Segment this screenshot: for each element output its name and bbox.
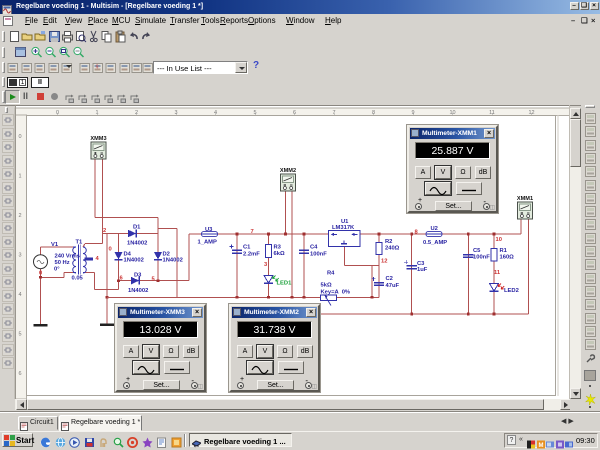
svg-text:12: 12 — [381, 258, 387, 264]
svg-text:0: 0 — [109, 247, 112, 253]
svg-text:160Ω: 160Ω — [500, 255, 515, 261]
svg-text:1_AMP: 1_AMP — [198, 239, 217, 245]
svg-text:5: 5 — [18, 332, 21, 338]
svg-text:100nF: 100nF — [473, 254, 490, 260]
svg-text:LM317K: LM317K — [332, 225, 355, 231]
svg-text:XMM2: XMM2 — [280, 168, 296, 174]
svg-text:C4: C4 — [310, 244, 318, 250]
svg-text:0: 0 — [39, 271, 42, 277]
svg-text:1N4002: 1N4002 — [127, 241, 147, 247]
svg-text:10: 10 — [496, 237, 502, 243]
svg-text:Key=A 0%: Key=A 0% — [321, 290, 351, 296]
svg-text:0°: 0° — [54, 266, 60, 272]
svg-text:R4: R4 — [327, 271, 335, 277]
svg-text:C1: C1 — [243, 244, 251, 250]
svg-text:R2: R2 — [385, 239, 392, 245]
svg-text:1N4002: 1N4002 — [124, 257, 144, 263]
svg-text:100nF: 100nF — [310, 251, 327, 257]
svg-text:2: 2 — [18, 213, 21, 219]
svg-text:U2: U2 — [431, 226, 438, 232]
svg-text:7: 7 — [251, 229, 254, 235]
svg-text:C3: C3 — [417, 261, 425, 267]
svg-text:240Ω: 240Ω — [385, 246, 400, 252]
svg-text:50 Hz: 50 Hz — [55, 260, 70, 266]
svg-text:0.05: 0.05 — [72, 276, 84, 282]
svg-text:47uF: 47uF — [386, 283, 400, 289]
svg-text:240 Vrms: 240 Vrms — [55, 254, 80, 260]
svg-text:3: 3 — [18, 253, 21, 259]
svg-text:XMM3: XMM3 — [90, 136, 106, 142]
svg-text:11: 11 — [494, 270, 501, 276]
svg-text:M: M — [538, 443, 543, 449]
svg-text:6: 6 — [18, 371, 21, 377]
svg-text:2: 2 — [103, 228, 106, 234]
svg-text:0: 0 — [18, 134, 21, 140]
svg-text:2.2mF: 2.2mF — [243, 251, 260, 257]
svg-text:C2: C2 — [386, 276, 393, 282]
svg-text:V1: V1 — [51, 242, 59, 248]
svg-text:LED1: LED1 — [277, 281, 293, 287]
svg-text:0.5_AMP: 0.5_AMP — [423, 240, 447, 246]
svg-text:R1: R1 — [500, 248, 508, 254]
svg-text:4: 4 — [18, 292, 21, 298]
svg-text:T1: T1 — [76, 240, 84, 246]
svg-text:LED2: LED2 — [504, 288, 519, 294]
svg-text:XMM1: XMM1 — [517, 196, 533, 202]
svg-text:D1: D1 — [133, 224, 141, 230]
svg-text:D3: D3 — [134, 272, 142, 278]
svg-text:6kΩ: 6kΩ — [274, 251, 285, 257]
svg-text:U3: U3 — [205, 227, 213, 233]
svg-text:C5: C5 — [473, 248, 481, 254]
svg-text:R3: R3 — [274, 245, 282, 251]
svg-text:1uF: 1uF — [417, 267, 428, 273]
svg-text:1N4002: 1N4002 — [163, 257, 183, 263]
svg-text:1N4002: 1N4002 — [128, 288, 148, 294]
svg-text:U1: U1 — [341, 219, 349, 225]
svg-text:5kΩ: 5kΩ — [321, 283, 332, 289]
svg-text:1: 1 — [18, 174, 21, 180]
